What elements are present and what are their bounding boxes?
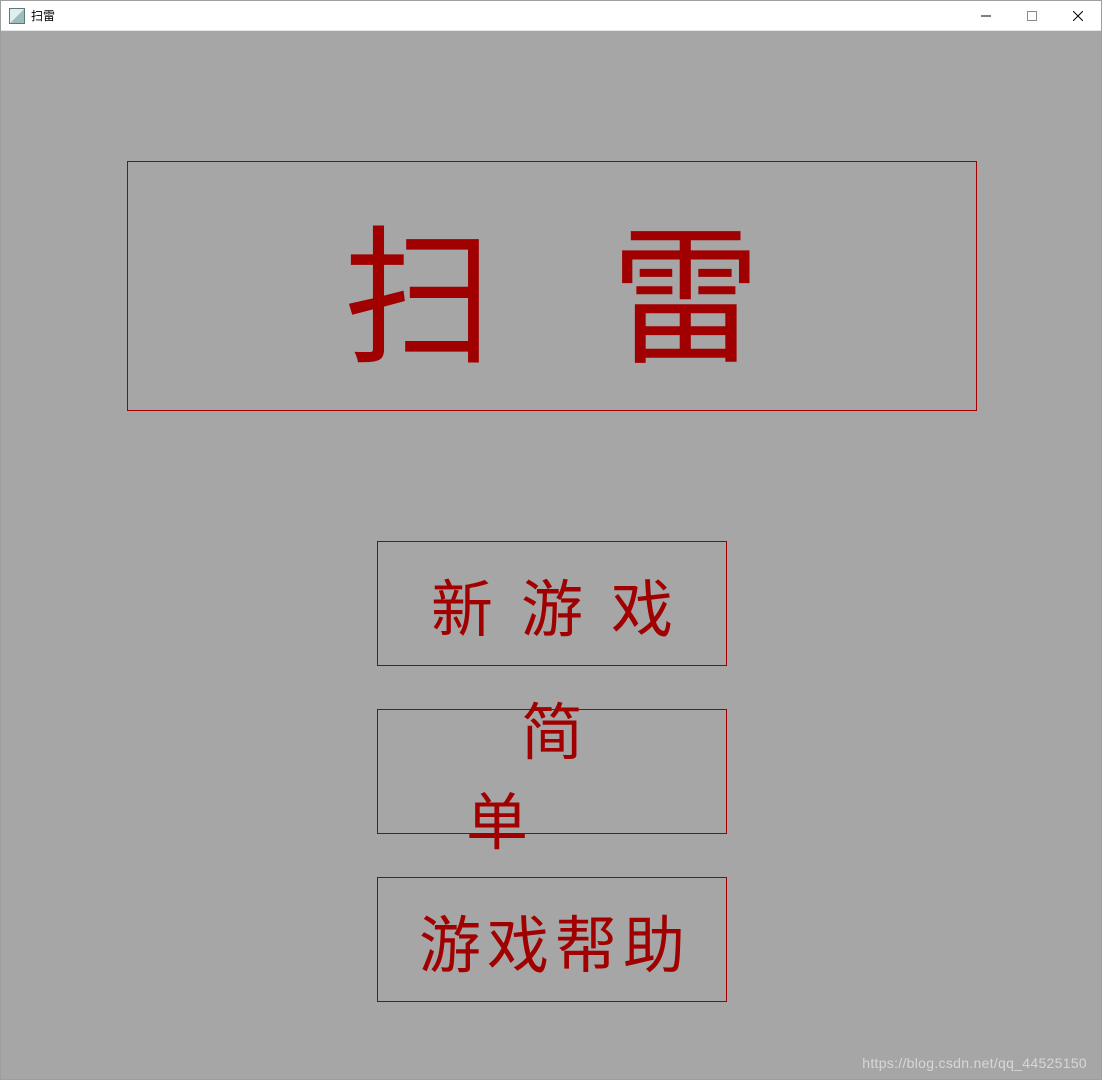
titlebar: 扫雷 [1,1,1101,31]
help-label: 游戏帮助 [413,895,691,985]
minimize-button[interactable] [963,1,1009,30]
window-controls [963,1,1101,30]
app-window: 扫雷 扫 雷 新游戏 简单 游戏帮助 https://blog.csdn.net… [0,0,1102,1080]
client-area: 扫 雷 新游戏 简单 游戏帮助 https://blog.csdn.net/qq… [1,31,1101,1079]
minimize-icon [981,11,991,21]
game-title-box: 扫 雷 [127,161,977,411]
game-title: 扫 雷 [303,178,801,395]
close-icon [1073,11,1083,21]
new-game-label: 新游戏 [403,559,701,649]
help-button[interactable]: 游戏帮助 [377,877,727,1002]
window-title: 扫雷 [31,7,963,24]
difficulty-button[interactable]: 简单 [377,709,727,834]
app-icon [9,8,25,24]
maximize-icon [1027,11,1037,21]
watermark: https://blog.csdn.net/qq_44525150 [862,1055,1087,1071]
new-game-button[interactable]: 新游戏 [377,541,727,666]
close-button[interactable] [1055,1,1101,30]
maximize-button[interactable] [1009,1,1055,30]
difficulty-label: 简单 [378,682,726,862]
